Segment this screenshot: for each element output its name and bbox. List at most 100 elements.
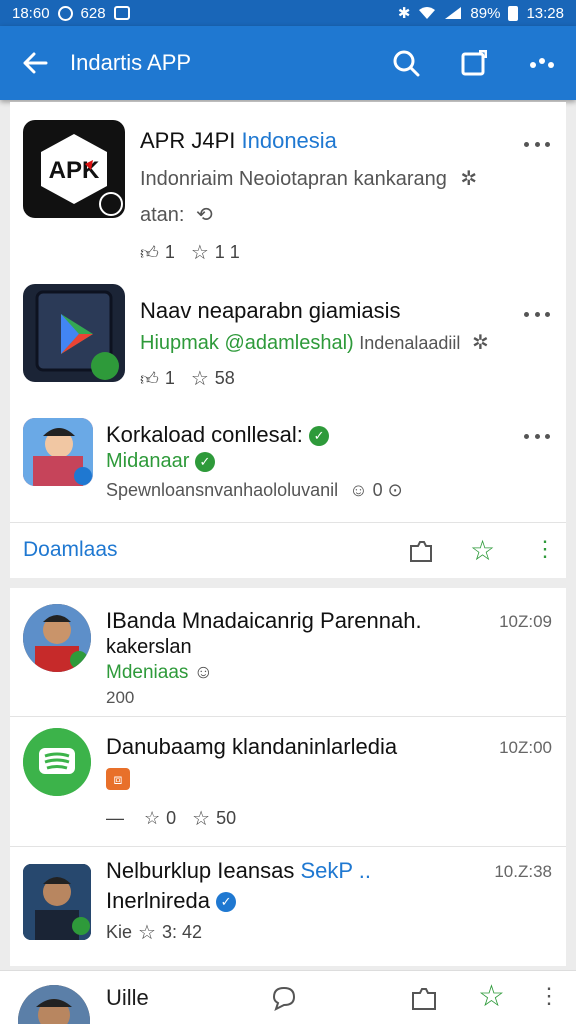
status-time-left: 18:60 [12,4,50,22]
image-notification-icon [113,6,130,20]
app-name: Naav neaparabn giamiasis [140,298,401,323]
app-more-button[interactable] [524,134,550,154]
overflow-menu-button[interactable] [508,26,576,100]
app-title: Indartis APP [70,50,192,75]
star-icon[interactable]: ☆ [191,366,209,391]
more-vertical-icon[interactable]: ⋮ [534,536,556,562]
arrow-left-icon [23,52,48,74]
app-description: Indonriaim Neoiotapran kankarang [140,168,447,190]
app-more-button[interactable] [524,426,550,446]
status-bar: 18:60 628 ✱ 89% 13:28 [0,0,576,26]
divider [10,716,566,717]
post-item[interactable]: Nelburklup Ieansas SekP .. 10.Z:38 Inerl… [10,854,566,964]
app-bar: Indartis APP [0,26,576,100]
battery-text: 89% [470,4,501,22]
app-description-2: atan: [140,204,185,226]
post-time: 10Z:00 [499,738,552,757]
app-name: Korkaload conllesal: [106,422,303,447]
like-count: 1 [164,368,175,388]
post-title: Danubaamg klandaninlarledia [106,734,398,759]
app-name: APR J4PI [140,128,236,153]
post-title: IBanda Mnadaicanrig Parennah. [106,608,422,633]
battery-icon [508,5,519,21]
notification-icon [57,5,73,21]
comment-icon[interactable] [270,985,298,1011]
app-item[interactable]: Naav neaparabn giamiasis Hiupmak @adamle… [10,284,566,394]
like-icon[interactable]: ☆ [144,808,160,829]
more-icon [530,58,554,68]
post-item[interactable]: IBanda Mnadaicanrig Parennah. 10Z:09 kak… [10,600,566,714]
signal-icon [445,7,462,19]
settings-icon[interactable]: ✲ [460,168,477,190]
orange-app-icon: ⧈ [106,768,130,790]
like-count: 0 [166,808,177,828]
verified-icon: ✓ [216,892,237,913]
record-icon[interactable]: ⊙ [388,480,403,500]
star-count: 3: 42 [161,922,202,942]
verified-icon: ✓ [309,426,330,447]
divider [10,846,566,847]
app-description: Spewnloansnvanhaololuvanil [106,480,339,500]
post-time: 10Z:09 [499,612,552,631]
edit-square-icon [461,50,487,76]
avatar[interactable] [18,985,90,1024]
star-count: 1 1 [214,242,240,262]
post-meta: Kie [106,922,133,942]
emoji-icon[interactable]: ☺ [194,662,213,683]
game-app-icon [23,418,93,486]
section-title[interactable]: Doamlaas [23,538,118,562]
post-item[interactable]: Danubaamg klandaninlarledia 10Z:00 ⧈ — ☆… [10,724,566,838]
app-category: Indenalaadiil [359,333,461,353]
star-icon[interactable]: ☆ [192,806,210,831]
star-icon[interactable]: ☆ [478,979,505,1014]
emoji-icon[interactable]: ☺ [349,480,367,500]
like-count: 1 [164,242,175,262]
post-title-link[interactable]: SekP .. [300,858,371,883]
star-count: 58 [214,368,235,388]
post-title: Nelburklup Ieansas [106,858,295,883]
verified-icon: ✓ [194,451,215,472]
settings-icon[interactable]: ✲ [472,332,489,354]
app-name-suffix: Indonesia [241,128,337,153]
post-count: 200 [106,688,135,707]
status-left-text: 628 [80,4,106,22]
comment-count: 0 [372,480,383,500]
back-button[interactable] [0,26,70,100]
like-icon[interactable]: 👍︎ [140,368,159,390]
avatar [23,864,91,940]
post-author: Mdeniaas [106,662,189,683]
post-time: 10.Z:38 [494,862,552,881]
section-header: Doamlaas ☆ ⋮ [10,532,566,572]
edit-button[interactable] [440,26,508,100]
star-icon[interactable]: ☆ [138,920,156,945]
refresh-icon[interactable]: ⟲ [196,204,213,226]
app-developer: Midanaar [106,450,190,472]
more-vertical-icon[interactable]: ⋮ [538,983,560,1009]
posts-card: IBanda Mnadaicanrig Parennah. 10Z:09 kak… [10,588,566,966]
folder-icon[interactable] [408,538,434,564]
star-icon[interactable]: ☆ [470,534,495,567]
post-subtitle: Inerlnireda [106,888,210,913]
apps-card: APK APR J4PI Indonesia Indonriaim Neoiot… [10,102,566,578]
app-item[interactable]: Korkaload conllesal: ✓ Midanaar ✓ Spewnl… [10,416,566,506]
star-count: 50 [216,808,237,828]
like-icon[interactable]: 👍︎ [140,242,159,264]
wifi-icon [419,7,436,19]
app-developer: Hiupmak @adamleshal) [140,332,354,354]
vibrate-icon: ✱ [397,5,411,22]
dash-text: — [106,808,124,828]
spotify-icon [23,728,91,796]
app-more-button[interactable] [524,304,550,324]
status-time-right: 13:28 [526,4,564,22]
divider [10,522,566,523]
star-icon[interactable]: ☆ [191,240,209,265]
play-store-app-icon [23,284,125,382]
bottom-label: Uille [106,985,149,1010]
search-icon [393,50,420,77]
bottom-bar: Uille ☆ ⋮ [0,970,576,1024]
avatar [23,604,91,672]
apk-app-icon: APK [23,120,125,218]
folder-icon[interactable] [410,985,438,1011]
app-item[interactable]: APK APR J4PI Indonesia Indonriaim Neoiot… [10,118,566,278]
search-button[interactable] [372,26,440,100]
